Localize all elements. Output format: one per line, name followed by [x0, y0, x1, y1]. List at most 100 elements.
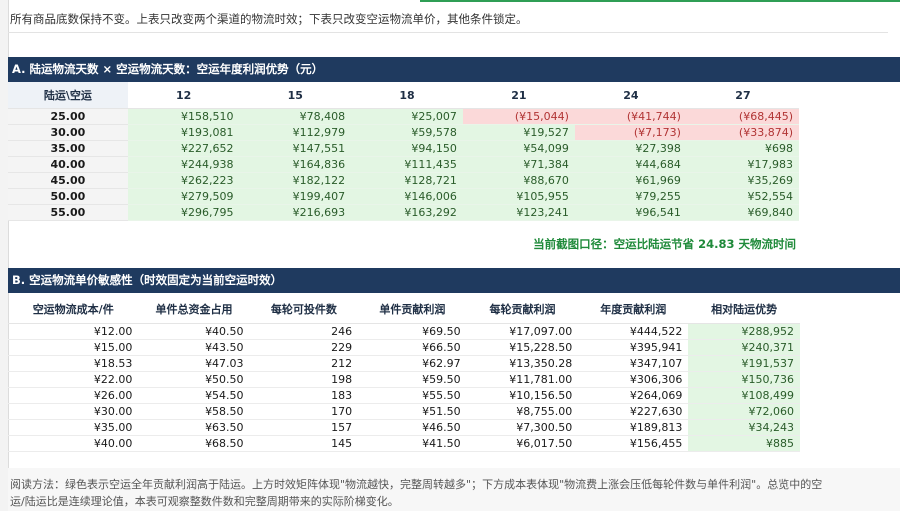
sens-cell: ¥15,228.50: [466, 339, 579, 356]
relative-advantage-cell: ¥240,371: [688, 339, 800, 356]
sens-cell: 212: [249, 355, 359, 372]
sens-cell: ¥26.00: [8, 387, 139, 404]
matrix-cell: ¥105,955: [462, 188, 575, 205]
matrix-col-header: 24: [574, 82, 687, 109]
matrix-cell: ¥35,269: [686, 172, 799, 189]
sens-cell: ¥30.00: [8, 403, 139, 420]
sens-cell: ¥55.50: [358, 387, 467, 404]
section-a-title: A. 陆运物流天数 × 空运物流天数：空运年度利润优势（元）: [8, 57, 900, 82]
sens-cell: ¥50.50: [138, 371, 250, 388]
sens-cell: ¥10,156.50: [466, 387, 579, 404]
matrix-cell: ¥296,795: [127, 204, 240, 221]
matrix-cell: ¥79,255: [574, 188, 687, 205]
matrix-cell: ¥17,983: [686, 156, 799, 173]
sens-cell: ¥15.00: [8, 339, 139, 356]
sens-cell: ¥35.00: [8, 419, 139, 436]
matrix-cell: ¥147,551: [239, 140, 352, 157]
sens-cell: ¥68.50: [138, 435, 250, 452]
matrix-row-label: 50.00: [8, 188, 128, 205]
sens-header-row: 空运物流成本/件 单件总资金占用 每轮可投件数 单件贡献利润 每轮贡献利润 年度…: [8, 295, 800, 324]
sens-cell: 246: [249, 323, 359, 340]
sens-row: ¥35.00 ¥63.50 157 ¥46.50 ¥7,300.50 ¥189,813 ¥3…: [8, 419, 800, 436]
matrix-cell: ¥199,407: [239, 188, 352, 205]
sens-cell: ¥62.97: [358, 355, 467, 372]
reading-guide: 阅读方法：绿色表示空运全年贡献利润高于陆运。上方时效矩阵体现"物流越快，完整周转…: [10, 476, 898, 510]
sens-cell: ¥54.50: [138, 387, 250, 404]
sens-cell: ¥46.50: [358, 419, 467, 436]
matrix-cell: ¥698: [686, 140, 799, 157]
matrix-cell: ¥163,292: [351, 204, 463, 221]
matrix-cell: (¥68,445): [686, 108, 799, 125]
relative-advantage-cell: ¥108,499: [688, 387, 800, 404]
sens-row: ¥30.00 ¥58.50 170 ¥51.50 ¥8,755.00 ¥227,630 ¥7…: [8, 403, 800, 420]
sens-cell: 229: [249, 339, 359, 356]
sens-cell: ¥59.50: [358, 371, 467, 388]
matrix-row: 45.00 ¥262,223 ¥182,122 ¥128,721 ¥88,670 ¥61,…: [8, 172, 799, 189]
matrix-cell: ¥123,241: [462, 204, 575, 221]
matrix-cell: ¥111,435: [351, 156, 463, 173]
sens-cell: 198: [249, 371, 359, 388]
sens-cell: ¥63.50: [138, 419, 250, 436]
sens-cell: ¥6,017.50: [466, 435, 579, 452]
matrix-cell: ¥262,223: [127, 172, 240, 189]
matrix-cell: ¥88,670: [462, 172, 575, 189]
sens-cell: ¥227,630: [578, 403, 689, 420]
sens-row: ¥26.00 ¥54.50 183 ¥55.50 ¥10,156.50 ¥264,069 ¥…: [8, 387, 800, 404]
relative-advantage-cell: ¥191,537: [688, 355, 800, 372]
sens-cell: 145: [249, 435, 359, 452]
sens-cell: ¥22.00: [8, 371, 139, 388]
sens-cell: ¥66.50: [358, 339, 467, 356]
sens-col-header: 年度贡献利润: [578, 295, 689, 324]
sens-cell: ¥41.50: [358, 435, 467, 452]
matrix-col-header: 12: [127, 82, 240, 109]
matrix-header-row: 陆运\空运 12 15 18 21 24 27: [8, 82, 799, 109]
matrix-row-label: 55.00: [8, 204, 128, 221]
sens-col-header: 单件总资金占用: [138, 295, 250, 324]
relative-advantage-cell: ¥72,060: [688, 403, 800, 420]
matrix-cell: (¥33,874): [686, 124, 799, 141]
matrix-cell: ¥128,721: [351, 172, 463, 189]
matrix-cell: (¥41,744): [574, 108, 687, 125]
sens-cell: ¥17,097.00: [466, 323, 579, 340]
matrix-cell: ¥52,554: [686, 188, 799, 205]
matrix-cell: ¥27,398: [574, 140, 687, 157]
relative-advantage-cell: ¥885: [688, 435, 800, 452]
sens-cell: 170: [249, 403, 359, 420]
matrix-row: 50.00 ¥279,509 ¥199,407 ¥146,006 ¥105,955 ¥79…: [8, 188, 799, 205]
sens-cell: ¥11,781.00: [466, 371, 579, 388]
matrix-cell: ¥71,384: [462, 156, 575, 173]
sens-cell: ¥43.50: [138, 339, 250, 356]
matrix-cell: ¥54,099: [462, 140, 575, 157]
sens-cell: ¥13,350.28: [466, 355, 579, 372]
matrix-cell: ¥19,527: [462, 124, 575, 141]
sens-cell: ¥7,300.50: [466, 419, 579, 436]
matrix-cell: ¥216,693: [239, 204, 352, 221]
sens-row: ¥22.00 ¥50.50 198 ¥59.50 ¥11,781.00 ¥306,306 ¥…: [8, 371, 800, 388]
matrix-row-label: 30.00: [8, 124, 128, 141]
matrix-col-header: 18: [351, 82, 463, 109]
sens-row: ¥40.00 ¥68.50 145 ¥41.50 ¥6,017.50 ¥156,455 ¥8…: [8, 435, 800, 452]
matrix-cell: ¥158,510: [127, 108, 240, 125]
current-caliber-note: 当前截图口径：空运比陆运节省 24.83 天物流时间: [533, 237, 796, 251]
sens-row: ¥12.00 ¥40.50 246 ¥69.50 ¥17,097.00 ¥444,522 ¥…: [8, 323, 800, 340]
sens-cell: ¥40.50: [138, 323, 250, 340]
sens-cell: 183: [249, 387, 359, 404]
relative-advantage-cell: ¥34,243: [688, 419, 800, 436]
matrix-cell: ¥25,007: [351, 108, 463, 125]
matrix-row: 30.00 ¥193,081 ¥112,979 ¥59,578 ¥19,527 (¥7,1…: [8, 124, 799, 141]
matrix-cell: ¥96,541: [574, 204, 687, 221]
sens-col-header: 空运物流成本/件: [8, 295, 139, 324]
matrix-cell: ¥193,081: [127, 124, 240, 141]
sens-cell: ¥69.50: [358, 323, 467, 340]
matrix-row-label: 45.00: [8, 172, 128, 189]
sens-cell: ¥306,306: [578, 371, 689, 388]
matrix-cell: ¥244,938: [127, 156, 240, 173]
matrix-row: 35.00 ¥227,652 ¥147,551 ¥94,150 ¥54,099 ¥27,3…: [8, 140, 799, 157]
sens-cell: ¥40.00: [8, 435, 139, 452]
matrix-cell: ¥164,836: [239, 156, 352, 173]
matrix-row-label: 25.00: [8, 108, 128, 125]
sens-cell: ¥58.50: [138, 403, 250, 420]
sens-cell: ¥51.50: [358, 403, 467, 420]
relative-advantage-cell: ¥150,736: [688, 371, 800, 388]
sens-cell: ¥189,813: [578, 419, 689, 436]
